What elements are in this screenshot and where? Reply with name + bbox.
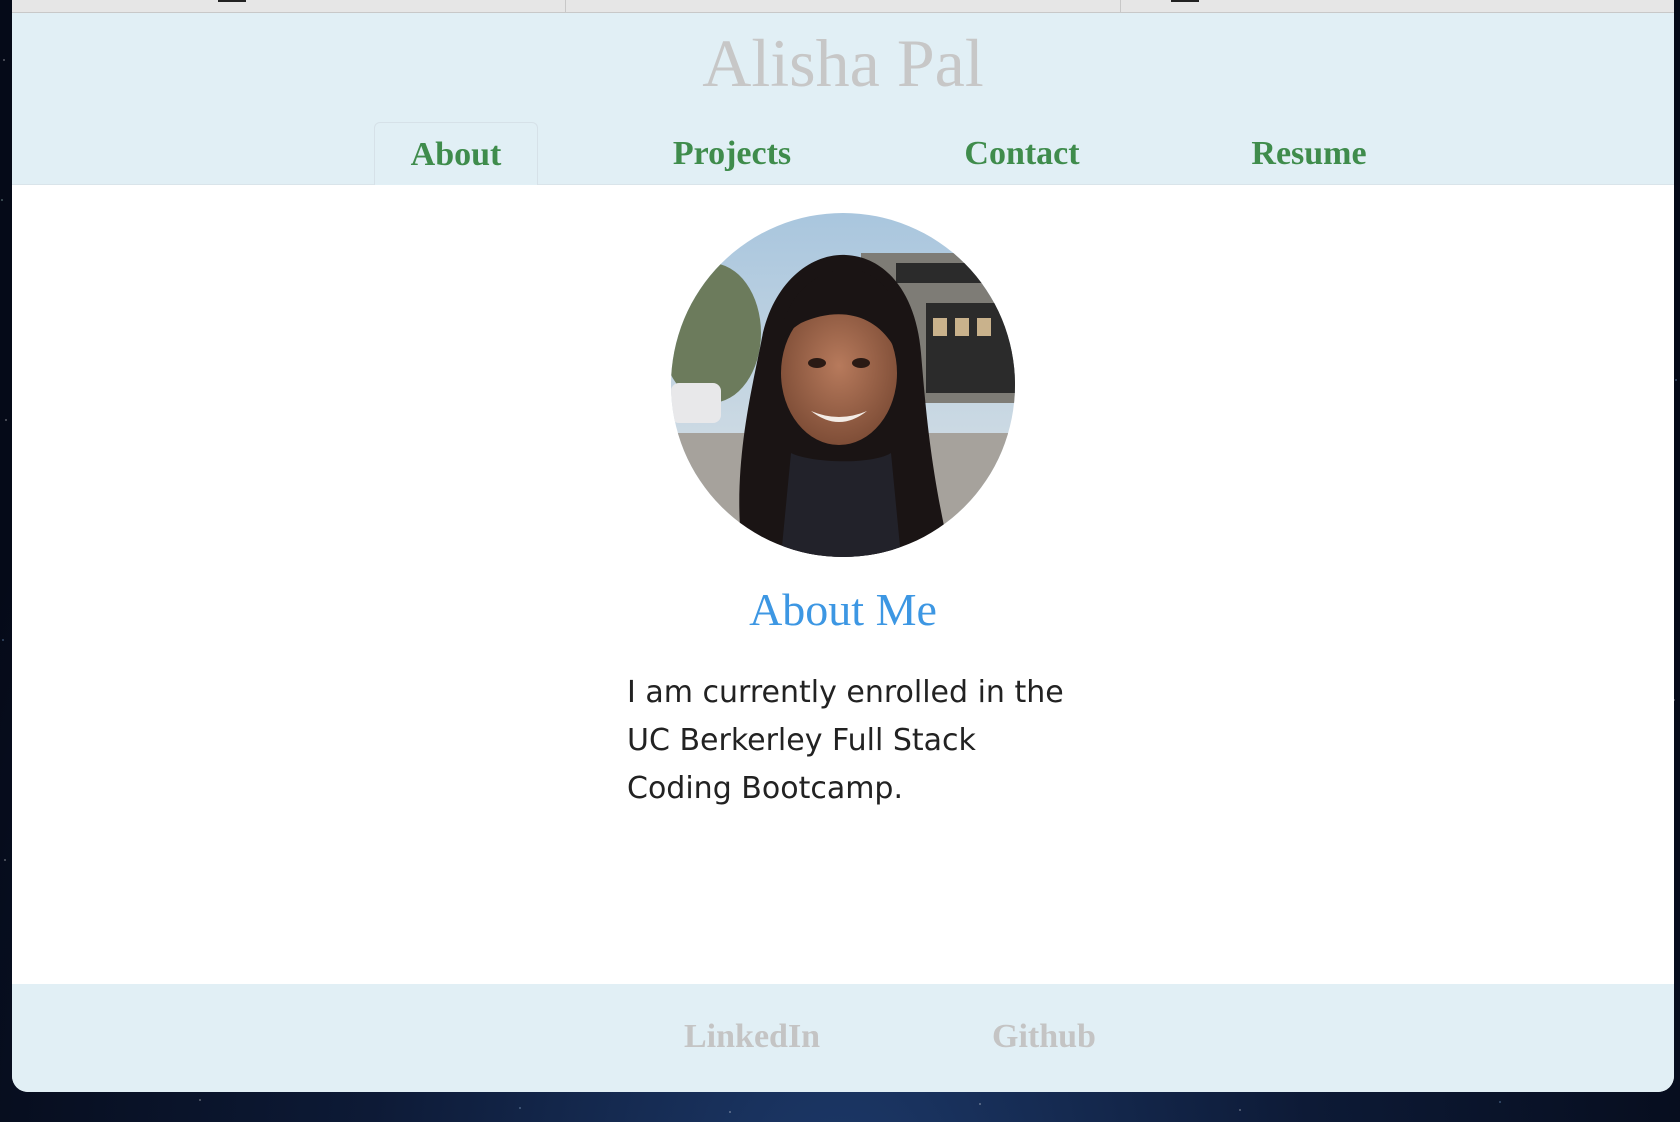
browser-tab[interactable] [566,0,1121,12]
browser-tab[interactable] [12,0,567,12]
main-nav: About Projects Contact Resume [12,122,1674,186]
linkedin-link[interactable]: LinkedIn [684,1018,820,1056]
nav-contact[interactable]: Contact [947,122,1097,186]
browser-tab-strip [12,0,1674,13]
nav-projects[interactable]: Projects [652,122,812,186]
site-title: Alisha Pal [702,25,984,101]
site-footer: LinkedIn Github [12,984,1674,1092]
browser-window: Alisha Pal About Projects Contact Resume [12,0,1674,1092]
about-heading: About Me [749,584,937,635]
nav-resume[interactable]: Resume [1234,122,1384,186]
github-link[interactable]: Github [992,1018,1096,1056]
about-text: I am currently enrolled in the UC Berker… [627,675,1064,806]
tab-icon [218,0,246,2]
browser-tab[interactable] [1121,0,1674,12]
profile-photo [671,213,1015,557]
tab-icon [1170,0,1199,2]
site-header: Alisha Pal About Projects Contact Resume [12,13,1674,186]
about-section: About Me I am currently enrolled in the … [12,185,1674,980]
nav-about[interactable]: About [374,122,538,186]
